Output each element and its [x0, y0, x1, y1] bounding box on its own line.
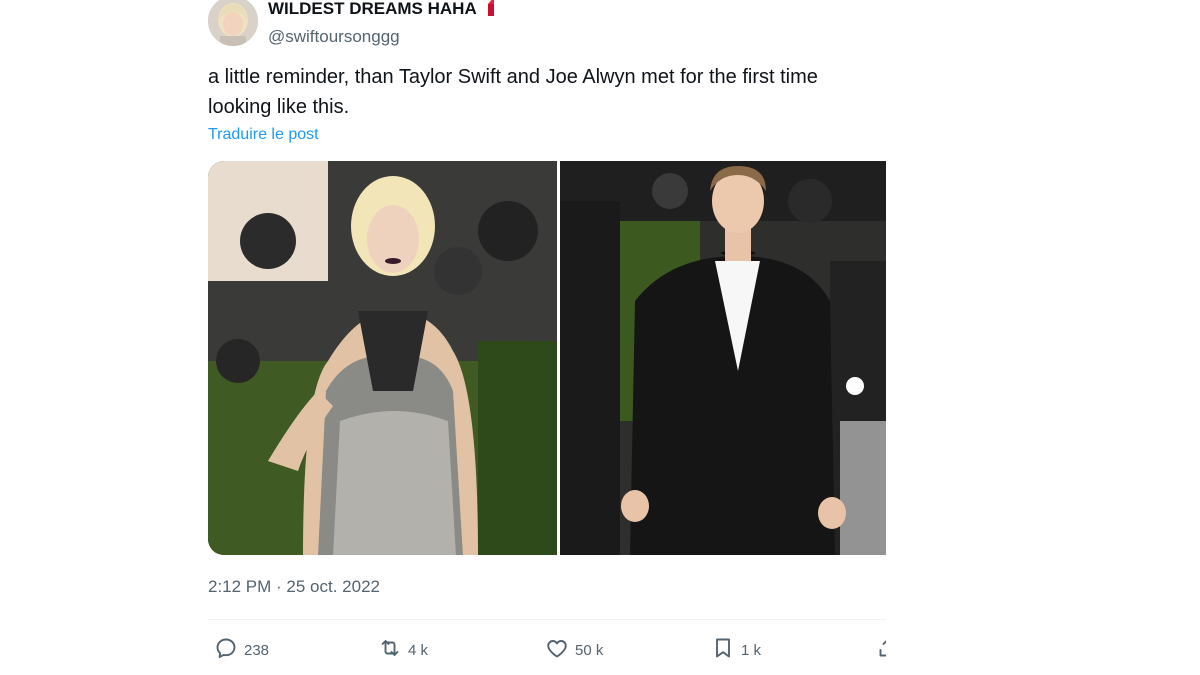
reply-count: 238	[244, 641, 270, 659]
reply-button[interactable]: 238	[214, 632, 269, 668]
photo-right[interactable]	[560, 161, 886, 555]
avatar[interactable]	[208, 0, 258, 46]
tweet-actions: 238 4 k 50 k 1 k	[208, 632, 886, 668]
tweet-header: WILDEST DREAMS HAHA @swiftoursonggg	[268, 0, 499, 48]
share-icon	[876, 636, 886, 664]
tweet-timestamp[interactable]: 2:12 PM · 25 oct. 2022	[208, 576, 380, 598]
bookmark-count: 1 k	[741, 641, 762, 659]
display-name[interactable]: WILDEST DREAMS HAHA	[268, 0, 477, 20]
translate-post-link[interactable]: Traduire le post	[208, 125, 319, 145]
reply-icon	[214, 636, 238, 664]
bookmark-button[interactable]: 1 k	[711, 632, 761, 668]
repost-icon	[378, 636, 402, 664]
tweet-text: a little reminder, than Taylor Swift and…	[208, 66, 818, 118]
heart-icon	[545, 636, 569, 664]
like-button[interactable]: 50 k	[545, 632, 603, 668]
like-count: 50 k	[575, 641, 604, 659]
avatar-image	[208, 0, 258, 46]
tweet-media	[208, 161, 886, 555]
bookmark-icon	[711, 636, 735, 664]
tweet: WILDEST DREAMS HAHA @swiftoursonggg a li…	[208, 0, 886, 675]
photo-left[interactable]	[208, 161, 557, 555]
user-handle[interactable]: @swiftoursonggg	[268, 26, 499, 48]
share-button[interactable]	[876, 632, 886, 668]
repost-button[interactable]: 4 k	[378, 632, 428, 668]
divider	[208, 619, 886, 620]
repost-count: 4 k	[408, 641, 429, 659]
red-lipstick-icon	[483, 0, 499, 22]
